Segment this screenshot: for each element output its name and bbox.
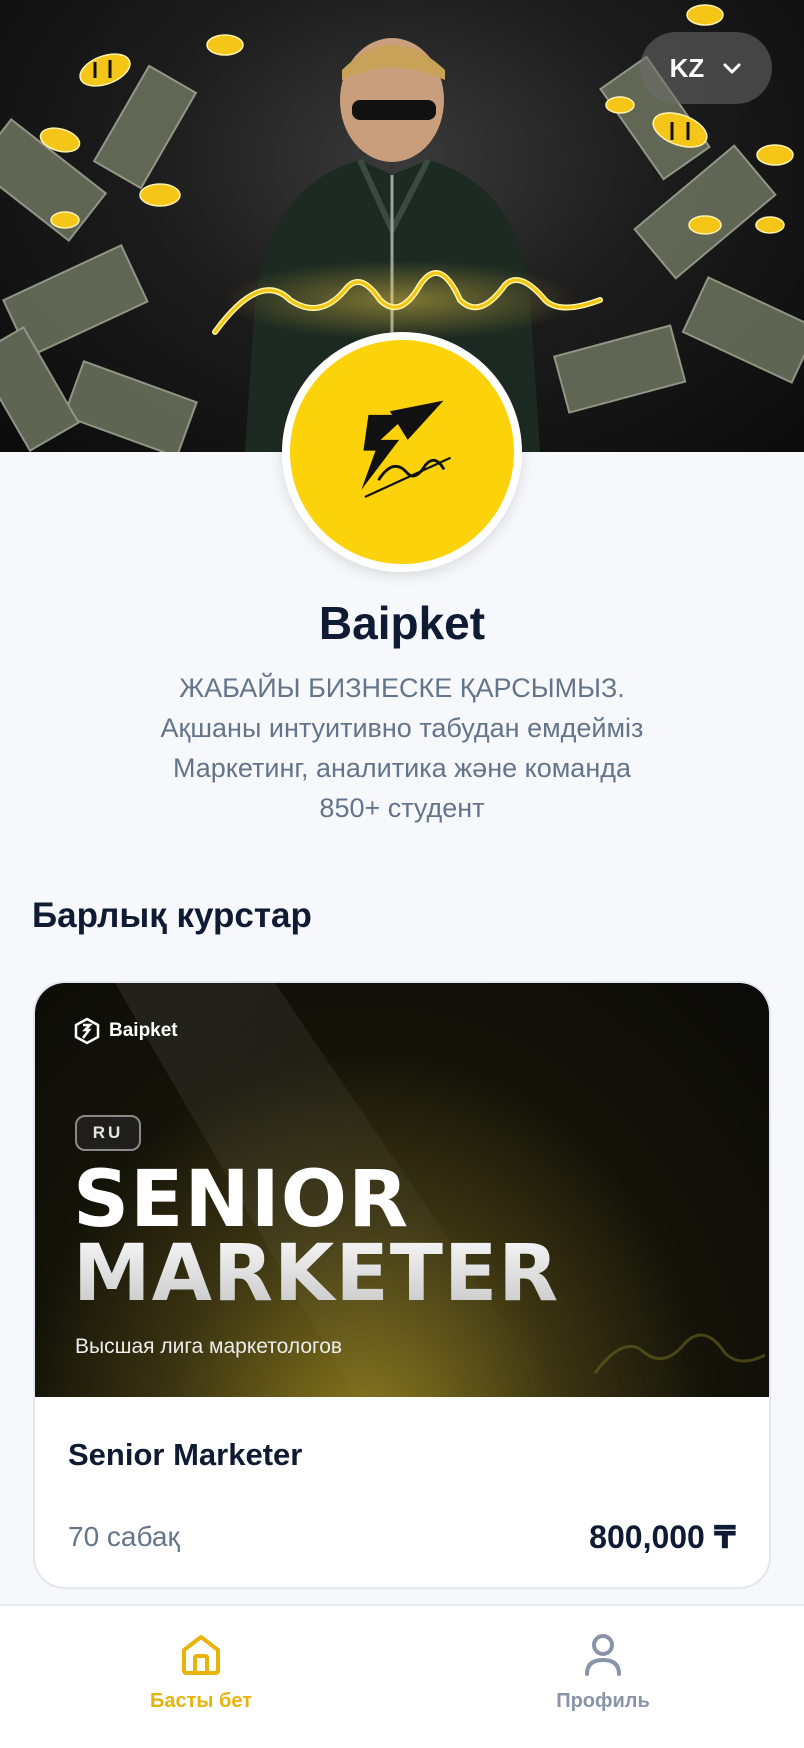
cover-title: SENIOR MARKETER — [73, 1155, 560, 1319]
course-name: Senior Marketer — [68, 1437, 303, 1472]
bio-line: Маркетинг, аналитика және команда — [172, 753, 632, 783]
course-lessons-count: 70 сабақ — [68, 1521, 180, 1552]
nav-profile-label: Профиль — [556, 1690, 650, 1712]
course-card[interactable]: Baipket RU SENIOR MARKETER Высшая лига м… — [33, 981, 771, 1589]
course-price: 800,000 ₸ — [589, 1519, 736, 1555]
baipket-logo-icon — [361, 400, 452, 498]
user-icon — [585, 1634, 621, 1676]
bio-line: 850+ студент — [319, 793, 485, 823]
language-selector[interactable]: KZ — [640, 32, 772, 104]
cover-brand: Baipket — [73, 1017, 178, 1045]
avatar-logo — [290, 340, 514, 564]
course-info: Senior Marketer 70 сабақ 800,000 ₸ — [35, 1397, 769, 1556]
bio-line: ЖАБАЙЫ БИЗНЕСКЕ ҚАРСЫМЫЗ. — [179, 673, 625, 703]
home-icon — [182, 1635, 220, 1675]
nav-item-home[interactable]: Басты бет — [0, 1606, 402, 1748]
cover-subtitle: Высшая лига маркетологов — [75, 1335, 343, 1358]
course-meta: 70 сабақ 800,000 ₸ — [68, 1518, 736, 1556]
nav-home-label: Басты бет — [149, 1690, 253, 1712]
avatar — [282, 332, 522, 572]
cover-language-badge: RU — [75, 1115, 141, 1151]
course-cover: Baipket RU SENIOR MARKETER Высшая лига м… — [35, 983, 769, 1397]
cover-brand-label: Baipket — [109, 1020, 178, 1041]
nav-item-profile[interactable]: Профиль — [402, 1606, 804, 1748]
baipket-logo-icon — [74, 1017, 100, 1045]
section-title: Барлық курстар — [32, 896, 312, 935]
bottom-nav: Басты бет Профиль — [0, 1604, 804, 1748]
profile-bio: ЖАБАЙЫ БИЗНЕСКЕ ҚАРСЫМЫЗ. Ақшаны интуити… — [0, 668, 804, 828]
language-label: KZ — [669, 52, 705, 83]
bio-line: Ақшаны интуитивно табудан емдейміз — [160, 713, 644, 743]
chevron-down-icon — [723, 63, 741, 74]
profile-name: Baipket — [318, 597, 486, 649]
